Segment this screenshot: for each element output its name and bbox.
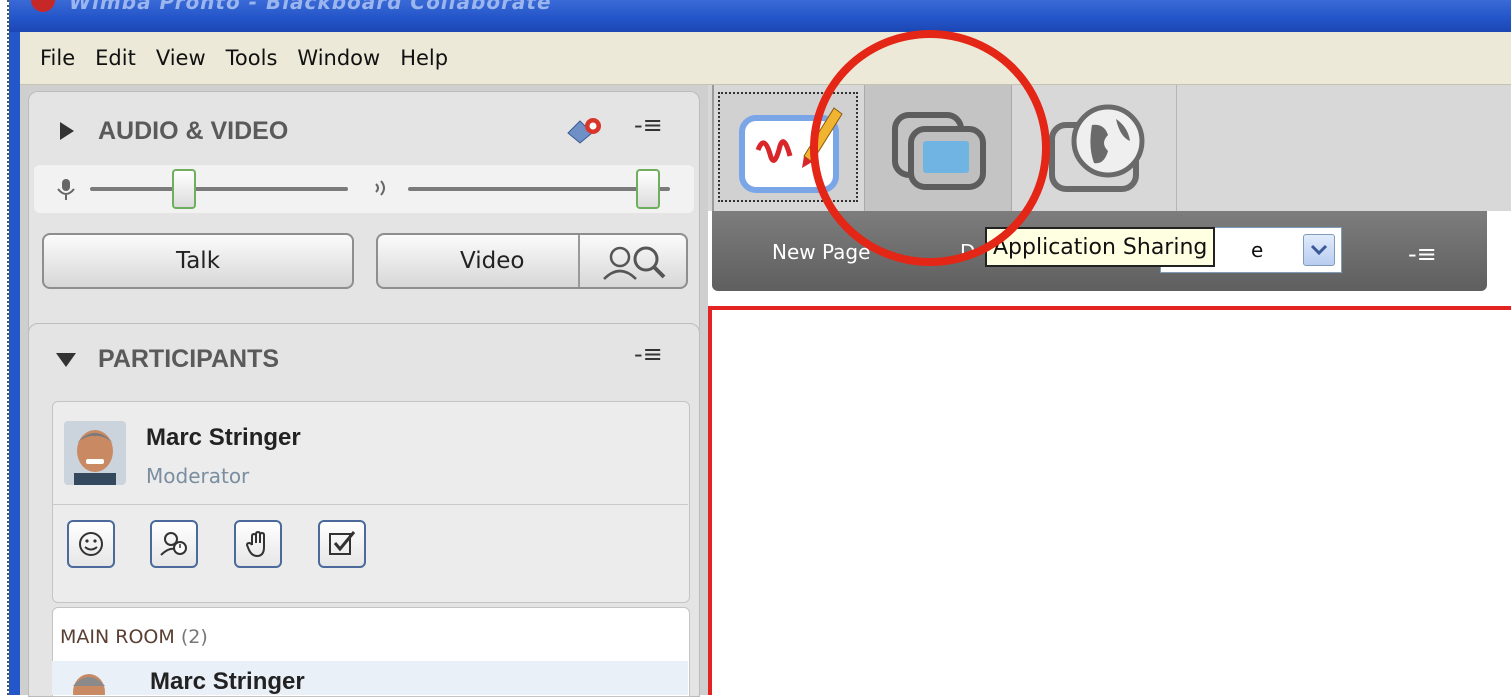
expand-triangle-icon[interactable] [60, 122, 74, 140]
toolbar-options-menu-icon[interactable]: -≡ [1408, 240, 1437, 268]
video-preview-icon[interactable] [598, 239, 670, 283]
chevron-down-icon [1310, 244, 1328, 256]
av-settings-icon[interactable] [566, 113, 606, 145]
left-panel: AUDIO & VIDEO -≡ Talk Video PARTICIPANTS… [20, 85, 708, 697]
whiteboard-icon [739, 107, 843, 193]
room-name: MAIN ROOM [60, 626, 175, 648]
tooltip: Application Sharing [985, 227, 1216, 267]
app-logo-icon [31, 0, 55, 12]
mic-volume-track[interactable] [90, 187, 348, 191]
participants-options-menu-icon[interactable]: -≡ [634, 340, 663, 368]
application-sharing-icon [892, 112, 986, 190]
whiteboard-tab[interactable] [718, 92, 858, 202]
room-label: MAIN ROOM (2) [60, 626, 208, 648]
menu-bar: File Edit View Tools Window Help [20, 32, 1511, 85]
speaker-icon [375, 180, 385, 196]
window-title: Wimba Pronto - Blackboard Collaborate [69, 0, 552, 14]
member-avatar [73, 674, 105, 695]
menu-help[interactable]: Help [400, 46, 448, 70]
window-frame-left [9, 32, 20, 695]
list-item[interactable] [52, 661, 688, 695]
avatar [64, 421, 126, 485]
room-count: (2) [180, 626, 208, 648]
whiteboard-canvas[interactable] [708, 306, 1511, 695]
video-button-label: Video [460, 248, 525, 274]
window-left-edge [0, 0, 9, 695]
select-dropdown-button[interactable] [1303, 234, 1335, 266]
window-title-bar: Wimba Pronto - Blackboard Collaborate [9, 0, 1511, 32]
poll-answer-button[interactable] [318, 520, 366, 568]
speaker-volume-track[interactable] [408, 187, 670, 191]
web-tour-tab[interactable] [1012, 85, 1162, 211]
menu-window[interactable]: Window [297, 46, 380, 70]
application-sharing-tab[interactable] [864, 85, 1012, 211]
hand-icon [245, 530, 265, 558]
tabs-divider-right [1176, 85, 1177, 211]
participants-title: PARTICIPANTS [98, 345, 280, 373]
menu-view[interactable]: View [156, 46, 206, 70]
toolbar-item-partial[interactable]: D [960, 240, 975, 264]
audio-video-title: AUDIO & VIDEO [98, 117, 289, 145]
microphone-icon [57, 179, 75, 200]
menu-tools[interactable]: Tools [226, 46, 278, 70]
globe-window-icon [1049, 104, 1145, 192]
step-away-button[interactable] [150, 520, 198, 568]
menu-file[interactable]: File [40, 46, 75, 70]
new-page-button[interactable]: New Page [772, 240, 870, 264]
page-select-value: e [1251, 238, 1264, 262]
menu-edit[interactable]: Edit [95, 46, 136, 70]
speaker-volume-thumb[interactable] [636, 169, 660, 209]
away-clock-icon [160, 532, 187, 556]
talk-button[interactable]: Talk [42, 233, 354, 289]
raise-hand-button[interactable] [234, 520, 282, 568]
collapse-triangle-icon[interactable] [56, 353, 76, 367]
video-button-divider [578, 235, 580, 287]
user-card-divider [52, 504, 688, 505]
av-options-menu-icon[interactable]: -≡ [634, 111, 663, 139]
user-name: Marc Stringer [146, 424, 301, 451]
mic-volume-thumb[interactable] [172, 169, 196, 209]
member-name: Marc Stringer [150, 668, 305, 695]
checkbox-icon [329, 531, 356, 555]
tabs-divider-left [712, 85, 714, 211]
emoticon-button[interactable] [67, 520, 115, 568]
user-role: Moderator [146, 464, 250, 488]
smiley-icon [79, 532, 103, 556]
